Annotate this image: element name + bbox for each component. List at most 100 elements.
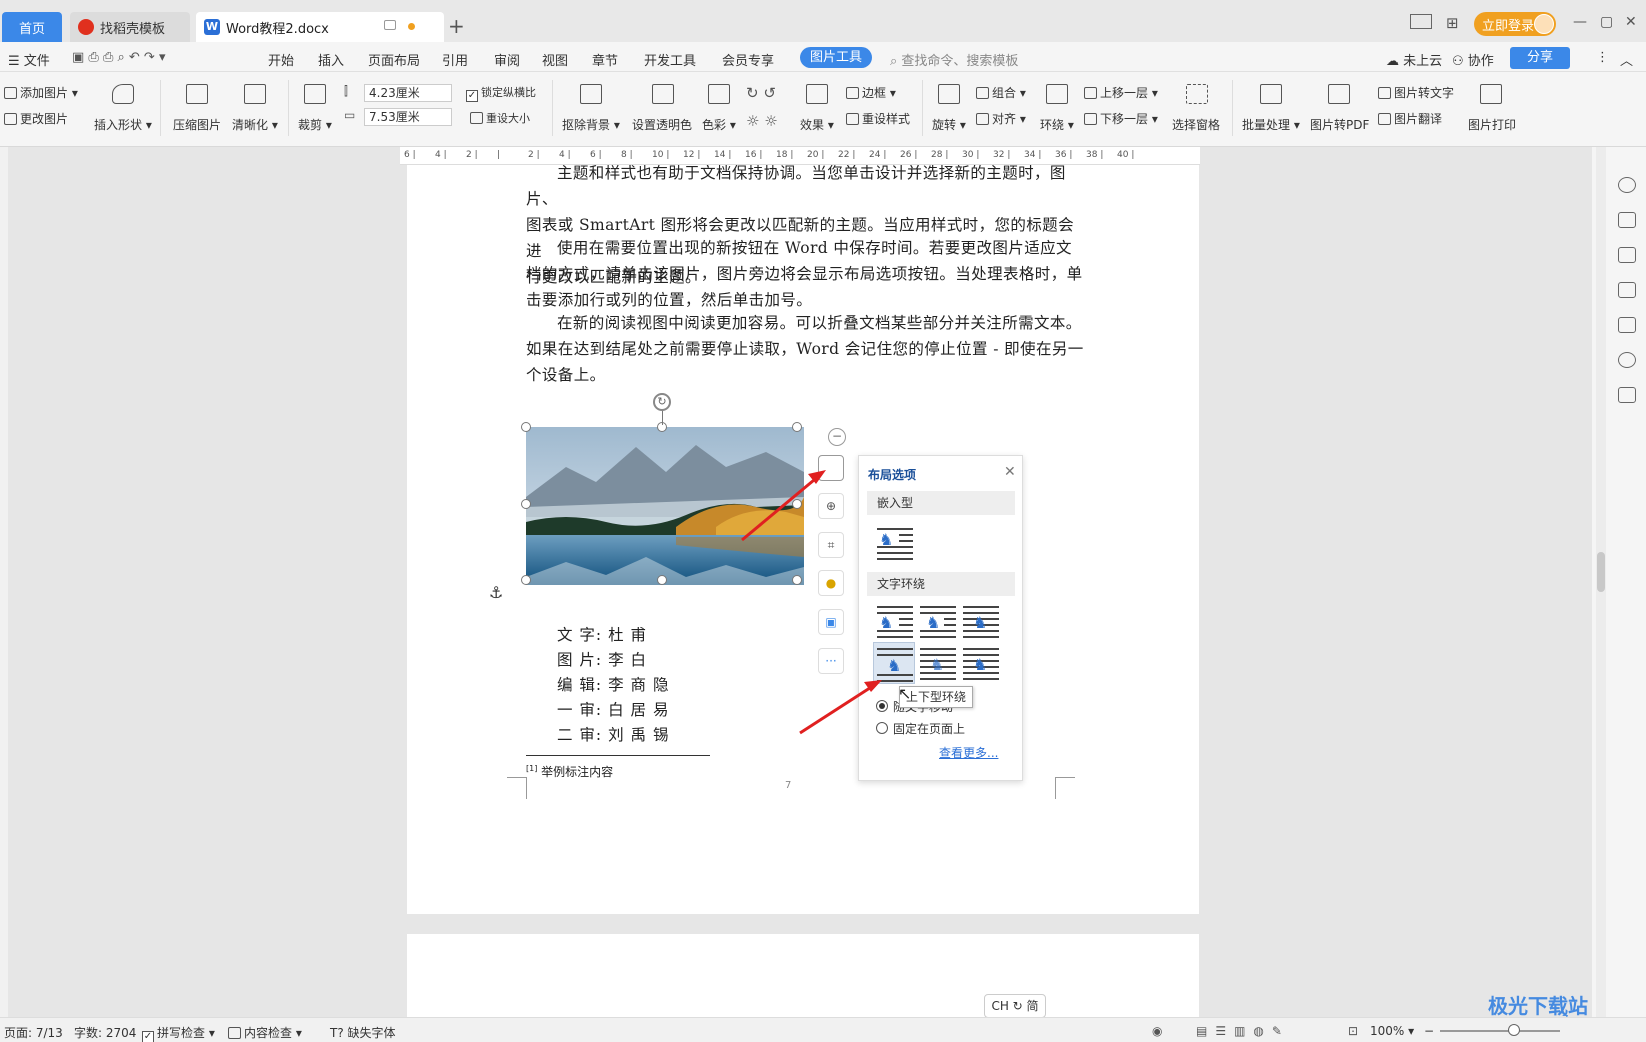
document-canvas[interactable]: 主题和样式也有助于文档保持协调。当您单击设计并选择新的主题时，图片、 图表或 S…: [8, 165, 1592, 1017]
apps-grid-icon[interactable]: ⊞: [1446, 14, 1459, 32]
new-tab-plus-icon[interactable]: +: [448, 14, 465, 38]
horizontal-ruler[interactable]: 6 | 4 | 2 | | 2 | 4 | 6 | 8 | 10 | 12 | 14 | 16 | 1…: [400, 147, 1200, 165]
menu-developer[interactable]: 开发工具: [644, 50, 696, 69]
next-page[interactable]: [407, 934, 1199, 1017]
footnote[interactable]: [1] 举例标注内容: [526, 763, 613, 780]
width-input[interactable]: 7.53厘米: [364, 108, 452, 126]
resize-handle-s[interactable]: [657, 575, 667, 585]
lock-ratio-checkbox[interactable]: ✓ 锁定纵横比: [466, 84, 536, 102]
menu-view[interactable]: 视图: [542, 50, 568, 69]
close-popup-icon[interactable]: ✕: [1004, 464, 1016, 480]
resize-handle-e[interactable]: [792, 499, 802, 509]
wrap-inline-icon[interactable]: ♞: [877, 528, 913, 562]
wrap-top-bottom-icon[interactable]: ♞: [877, 648, 913, 682]
paragraph-2[interactable]: 使用在需要位置出现的新按钮在 Word 中保存时间。若要更改图片适应文 档的方式…: [526, 235, 1086, 313]
missing-font[interactable]: T? 缺失字体: [330, 1024, 396, 1041]
page-indicator[interactable]: 页面: 7/13: [4, 1024, 63, 1041]
paragraph-3[interactable]: 在新的阅读视图中阅读更加容易。可以折叠文档某些部分并关注所需文本。 如果在达到结…: [526, 310, 1086, 388]
compress-button[interactable]: 压缩图片: [173, 116, 221, 133]
rotate-button[interactable]: 旋转 ▾: [932, 116, 966, 133]
more-options-icon[interactable]: ···: [818, 648, 844, 674]
zoom-slider[interactable]: [1440, 1030, 1560, 1032]
collapse-ribbon-icon[interactable]: ︿: [1620, 50, 1633, 69]
landscape-picture[interactable]: [526, 427, 804, 585]
resize-handle-sw[interactable]: [521, 575, 531, 585]
menu-review[interactable]: 审阅: [494, 50, 520, 69]
wrap-button[interactable]: 环绕 ▾: [1040, 116, 1074, 133]
height-input[interactable]: 4.23厘米: [364, 84, 452, 102]
menu-start[interactable]: 开始: [268, 50, 294, 69]
idea-bulb-icon[interactable]: ●: [818, 570, 844, 596]
quick-access-icons[interactable]: ▣ ⎙ ⎙ ⌕ ↶ ↷ ▾: [72, 50, 165, 65]
wrap-behind-text-icon[interactable]: ♞: [920, 648, 956, 682]
tab-home[interactable]: 首页: [2, 12, 62, 42]
rocket-icon[interactable]: [1618, 177, 1636, 193]
group-button[interactable]: 组合 ▾: [976, 84, 1026, 101]
menu-member[interactable]: 会员专享: [722, 50, 774, 69]
border-button[interactable]: 边框 ▾: [846, 84, 896, 101]
scrollbar-thumb[interactable]: [1597, 552, 1605, 592]
reset-size-button[interactable]: 重设大小: [470, 110, 530, 126]
anchor-icon[interactable]: ⚓: [489, 583, 503, 602]
batch-button[interactable]: 批量处理 ▾: [1242, 116, 1300, 133]
search-box[interactable]: ⌕ 查找命令、搜索模板: [890, 50, 1018, 69]
resize-handle-nw[interactable]: [521, 422, 531, 432]
collab-button[interactable]: ⚇ 协作: [1452, 50, 1494, 69]
change-picture-button[interactable]: 更改图片: [4, 110, 68, 127]
to-text-button[interactable]: 图片转文字: [1378, 84, 1454, 101]
zoom-level[interactable]: 100% ▾: [1370, 1024, 1414, 1038]
more-icon[interactable]: ⋮: [1596, 50, 1609, 65]
wrap-in-front-icon[interactable]: ♞: [963, 648, 999, 682]
view-mode-icons[interactable]: ▤☰▥◍✎: [1196, 1024, 1290, 1038]
image-icon[interactable]: [1618, 317, 1636, 333]
tab-templates[interactable]: 找稻壳模板: [70, 12, 190, 42]
print-button[interactable]: 图片打印: [1468, 116, 1516, 133]
document-page[interactable]: 主题和样式也有助于文档保持协调。当您单击设计并选择新的主题时，图片、 图表或 S…: [407, 165, 1199, 914]
menu-references[interactable]: 引用: [442, 50, 468, 69]
translate-button[interactable]: 图片翻译: [1378, 110, 1442, 127]
login-button[interactable]: 立即登录: [1474, 12, 1556, 36]
resize-handle-w[interactable]: [521, 499, 531, 509]
pen-icon[interactable]: [1618, 212, 1636, 228]
crop-float-icon[interactable]: ⌗: [818, 532, 844, 558]
crop-button[interactable]: 裁剪 ▾: [298, 116, 332, 133]
brightness-icons[interactable]: ↻ ↺: [746, 84, 776, 102]
layout-switch-icon[interactable]: [1410, 14, 1432, 29]
remove-background-button[interactable]: 抠除背景 ▾: [562, 116, 620, 133]
collapse-toolbar-icon[interactable]: −: [828, 428, 846, 446]
set-transparent-button[interactable]: 设置透明色: [632, 116, 692, 133]
send-backward-button[interactable]: 下移一层 ▾: [1084, 110, 1158, 127]
ime-indicator[interactable]: CH ↻ 简: [984, 994, 1046, 1018]
eye-icon[interactable]: ◉: [1152, 1024, 1162, 1038]
close-icon[interactable]: ✕: [1625, 14, 1637, 30]
rotate-handle-icon[interactable]: ↻: [653, 393, 671, 411]
resize-handle-se[interactable]: [792, 575, 802, 585]
menu-page-layout[interactable]: 页面布局: [368, 50, 420, 69]
radio-move-with-text[interactable]: [876, 700, 888, 712]
option-fixed-on-page[interactable]: 固定在页面上: [893, 720, 965, 737]
vertical-ruler[interactable]: [0, 147, 8, 1017]
zoom-out-icon[interactable]: −: [1424, 1024, 1434, 1038]
zoom-slider-thumb[interactable]: [1508, 1024, 1520, 1036]
wrap-through-icon[interactable]: ♞: [963, 606, 999, 640]
resize-handle-ne[interactable]: [792, 422, 802, 432]
monitor-icon[interactable]: [384, 20, 396, 30]
menu-picture-tools[interactable]: 图片工具: [800, 47, 872, 68]
tab-document[interactable]: W Word教程2.docx: [196, 12, 444, 42]
book-icon[interactable]: [1618, 387, 1636, 403]
wrap-square-icon[interactable]: ♞: [877, 606, 913, 640]
content-check[interactable]: 内容检查 ▾: [228, 1024, 302, 1041]
layout-options-icon[interactable]: [818, 455, 844, 481]
file-menu[interactable]: ☰ 文件: [8, 50, 50, 69]
compass-icon[interactable]: [1618, 352, 1636, 368]
maximize-icon[interactable]: ▢: [1600, 14, 1613, 30]
insert-shape-button[interactable]: 插入形状 ▾: [94, 116, 152, 133]
menu-insert[interactable]: 插入: [318, 50, 344, 69]
share-button[interactable]: 分享: [1510, 47, 1570, 69]
word-count[interactable]: 字数: 2704: [74, 1024, 136, 1041]
menu-chapter[interactable]: 章节: [592, 50, 618, 69]
reset-style-button[interactable]: 重设样式: [846, 110, 910, 127]
image-to-text-icon[interactable]: ▣: [818, 609, 844, 635]
spell-check[interactable]: ✓ 拼写检查 ▾: [142, 1024, 215, 1042]
add-picture-button[interactable]: 添加图片 ▾: [4, 84, 78, 101]
